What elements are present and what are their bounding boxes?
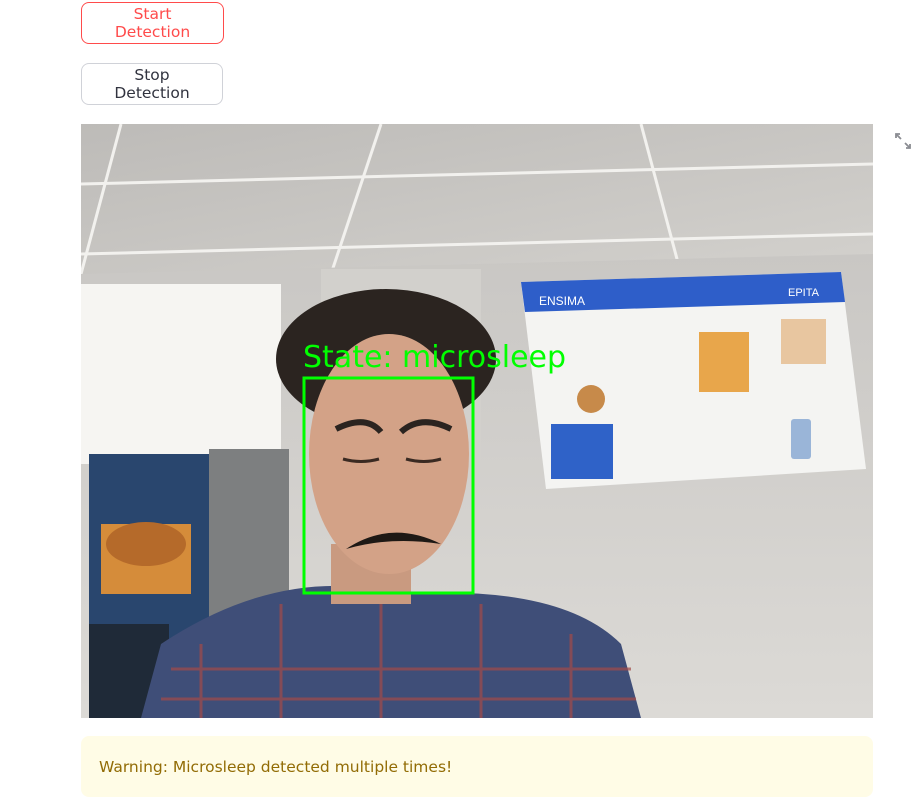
poster-chart-block: [699, 332, 749, 392]
coffee-cup: [106, 522, 186, 566]
poster-blue-block: [551, 424, 613, 479]
poster-pie: [577, 385, 605, 413]
warning-message: Warning: Microsleep detected multiple ti…: [99, 757, 453, 776]
stop-detection-button[interactable]: Stop Detection: [81, 63, 223, 105]
poster-brand-left: ENSIMA: [539, 294, 585, 308]
warning-alert: Warning: Microsleep detected multiple ti…: [81, 736, 873, 797]
detection-state-label: State: microsleep: [303, 340, 566, 375]
bright-window: [81, 284, 281, 464]
expand-arrows-icon: [895, 133, 911, 149]
poster-phone: [791, 419, 811, 459]
webcam-video-frame: ENSIMA EPITA State: microsleep: [81, 124, 873, 718]
fullscreen-expand-icon[interactable]: [893, 131, 913, 151]
poster-brand-right: EPITA: [788, 287, 820, 299]
webcam-scene: ENSIMA EPITA State: microsleep: [81, 124, 873, 718]
start-detection-button[interactable]: Start Detection: [81, 2, 224, 44]
poster-image: [781, 319, 826, 364]
